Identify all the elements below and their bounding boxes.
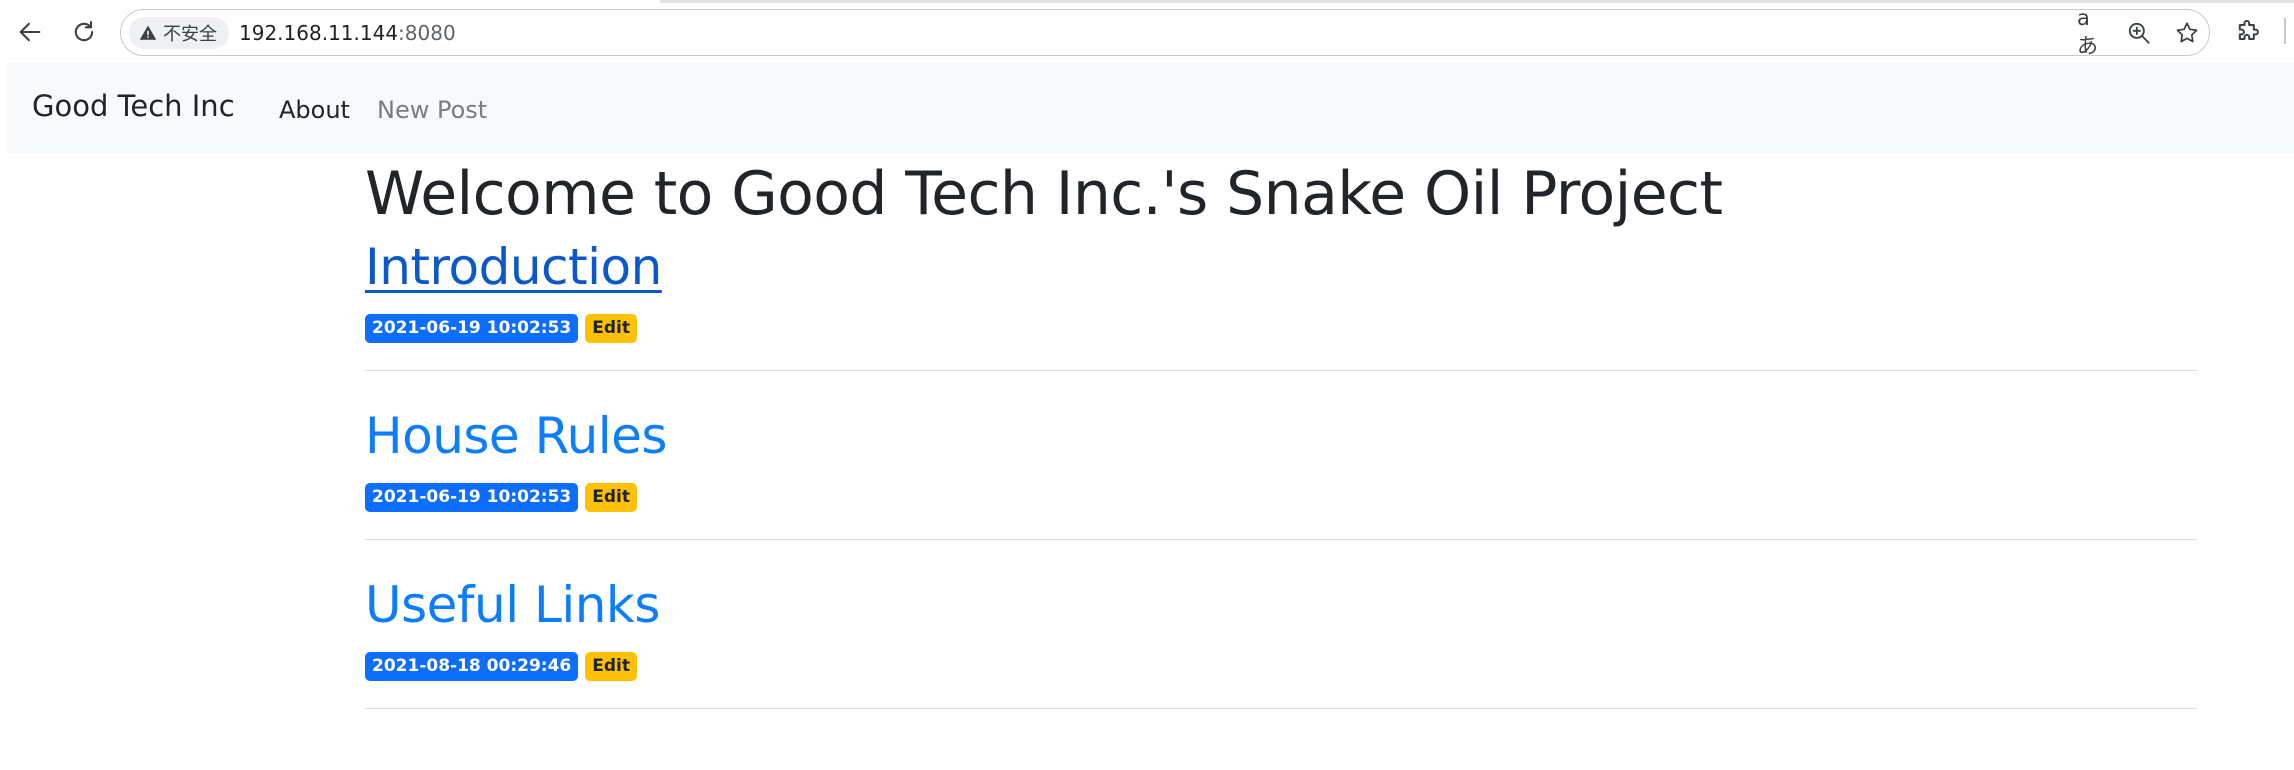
nav-item-new-post[interactable]: New Post [377, 96, 487, 124]
site-navbar: Good Tech Inc About New Post [6, 63, 2294, 153]
post-title-link[interactable]: Introduction [365, 235, 662, 299]
post-divider [365, 370, 2197, 371]
nav-item-about[interactable]: About [279, 96, 350, 124]
security-label: 不安全 [163, 24, 217, 45]
post-date-badge: 2021-06-19 10:02:53 [365, 314, 579, 343]
toolbar-divider [2284, 18, 2286, 44]
zoom-button[interactable] [2124, 18, 2154, 48]
star-icon [2176, 22, 2198, 43]
tab-strip-edge [0, 0, 2294, 3]
url-host: 192.168.11.144 [239, 21, 399, 45]
post-date-badge: 2021-08-18 00:29:46 [365, 652, 579, 681]
post-divider [365, 708, 2197, 709]
post-item: House Rules 2021-06-19 10:02:53 Edit [365, 404, 2197, 573]
warning-icon [139, 25, 157, 40]
extensions-button[interactable] [2230, 14, 2266, 50]
post-title-link[interactable]: Useful Links [365, 573, 660, 637]
bookmark-button[interactable] [2172, 18, 2202, 48]
reload-icon [74, 21, 94, 42]
post-meta: 2021-06-19 10:02:53 Edit [365, 483, 637, 512]
post-item: Introduction 2021-06-19 10:02:53 Edit [365, 235, 2197, 404]
url-port: :8080 [398, 21, 456, 45]
page-title: Welcome to Good Tech Inc.'s Snake Oil Pr… [365, 159, 1723, 229]
back-button[interactable] [12, 14, 48, 50]
arrow-left-icon [19, 22, 41, 42]
edit-button[interactable]: Edit [585, 483, 637, 512]
zoom-in-icon [2128, 22, 2150, 44]
url-text[interactable]: 192.168.11.144:8080 [239, 21, 456, 45]
browser-toolbar: 不安全 192.168.11.144:8080 aあ [0, 0, 2294, 60]
address-bar[interactable]: 不安全 192.168.11.144:8080 aあ [120, 6, 2210, 58]
translate-icon: aあ [2077, 6, 2098, 58]
reload-button[interactable] [66, 14, 102, 50]
puzzle-icon [2238, 19, 2259, 40]
translate-button[interactable]: aあ [2077, 6, 2107, 58]
navbar-brand[interactable]: Good Tech Inc [32, 89, 235, 123]
main-content: Welcome to Good Tech Inc.'s Snake Oil Pr… [365, 153, 2197, 742]
post-title-link[interactable]: House Rules [365, 404, 667, 468]
security-indicator[interactable]: 不安全 [129, 17, 229, 49]
post-meta: 2021-08-18 00:29:46 Edit [365, 652, 637, 681]
edit-button[interactable]: Edit [585, 314, 637, 343]
post-item: Useful Links 2021-08-18 00:29:46 Edit [365, 573, 2197, 742]
edit-button[interactable]: Edit [585, 652, 637, 681]
post-divider [365, 539, 2197, 540]
post-date-badge: 2021-06-19 10:02:53 [365, 483, 579, 512]
post-meta: 2021-06-19 10:02:53 Edit [365, 314, 637, 343]
